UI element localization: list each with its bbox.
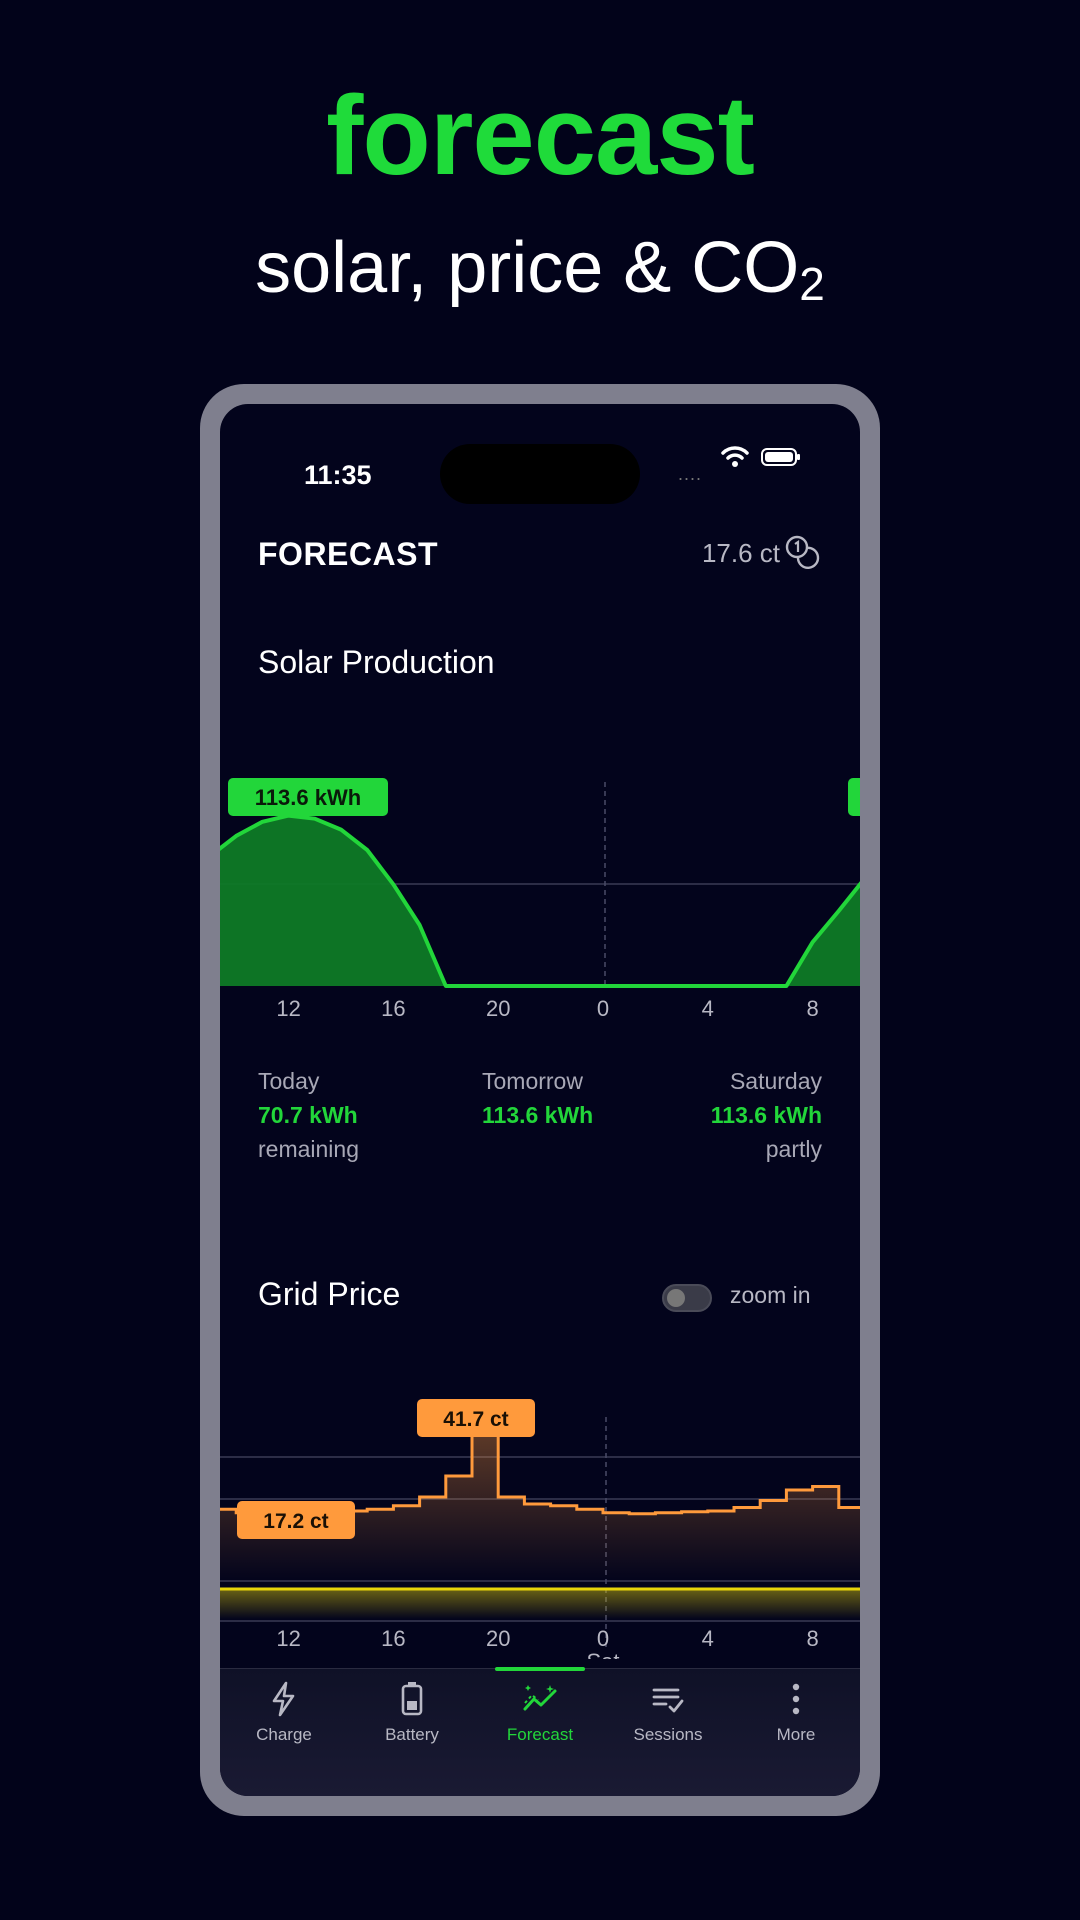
price-tick-label: 0: [597, 1626, 609, 1651]
hero-subtitle: solar, price & CO2: [255, 228, 825, 310]
grid-section-title: Grid Price: [258, 1276, 401, 1312]
price-tick-label: 20: [486, 1626, 510, 1651]
solar-day-today: Today 70.7 kWh remaining: [258, 1068, 359, 1162]
app-screen: 11:35 .... FORECAST 17.6 ct Solar Produc…: [220, 404, 860, 1796]
price-tick-label: 16: [381, 1626, 405, 1651]
dynamic-island: [440, 444, 640, 504]
coins-icon[interactable]: [784, 534, 820, 570]
status-time: 11:35: [304, 460, 372, 490]
price-min-label: 17.2 ct: [263, 1510, 328, 1533]
forecast-icon: [523, 1685, 557, 1711]
tab-sessions[interactable]: Sessions: [604, 1679, 732, 1745]
current-price: 17.6 ct: [701, 538, 780, 568]
battery-status-icon: [761, 448, 800, 466]
solar-chart[interactable]: 12 16 20 0 4 8 Sat 113.6 kWh: [220, 764, 860, 1024]
price-chart[interactable]: 12 16 20 0 4 8 Sat 41.7 ct 17.2 ct: [220, 1389, 860, 1659]
tab-battery[interactable]: Battery: [348, 1679, 476, 1745]
price-tick-label: 12: [276, 1626, 300, 1651]
tab-more[interactable]: More: [732, 1679, 860, 1745]
solar-day-saturday: Saturday 113.6 kWh partly: [710, 1068, 822, 1162]
solar-tick-label: 20: [486, 996, 510, 1021]
more-icon: [792, 1683, 800, 1715]
price-tick-label: 8: [806, 1626, 818, 1651]
solar-area: [220, 815, 860, 986]
active-tab-indicator: [495, 1667, 585, 1671]
price-tick-label: 4: [702, 1626, 714, 1651]
solar-section-title: Solar Production: [258, 644, 495, 680]
solar-tick-label: 16: [381, 996, 405, 1021]
sessions-icon: [652, 1688, 684, 1713]
battery-icon: [401, 1682, 423, 1716]
solar-tick-label: 0: [597, 996, 609, 1021]
co2-glow: [220, 1589, 860, 1619]
page-title: FORECAST: [258, 536, 438, 572]
bolt-icon: [272, 1681, 295, 1717]
solar-tick-label: 12: [276, 996, 300, 1021]
zoom-toggle[interactable]: [662, 1284, 712, 1312]
tab-bar: Charge Battery Forecast Sessions More: [220, 1667, 860, 1796]
solar-tick-label: 8: [806, 996, 818, 1021]
wifi-icon: [721, 446, 749, 467]
zoom-toggle-knob: [667, 1289, 685, 1307]
solar-day-tomorrow: Tomorrow 113.6 kWh: [482, 1068, 594, 1128]
tab-charge[interactable]: Charge: [220, 1679, 348, 1745]
tab-forecast[interactable]: Forecast: [476, 1679, 604, 1745]
price-day-marker: Sat: [586, 1649, 619, 1659]
signal-icon: ....: [678, 464, 703, 484]
price-max-label: 41.7 ct: [443, 1408, 508, 1431]
solar-day-marker: Sat: [586, 1020, 619, 1024]
zoom-label: zoom in: [730, 1282, 811, 1308]
hero-title: forecast: [326, 73, 755, 198]
solar-next-badge: [848, 778, 860, 816]
solar-tick-label: 4: [702, 996, 714, 1021]
solar-peak-label: 113.6 kWh: [255, 785, 361, 810]
phone-frame: 11:35 .... FORECAST 17.6 ct Solar Produc…: [200, 384, 880, 1816]
